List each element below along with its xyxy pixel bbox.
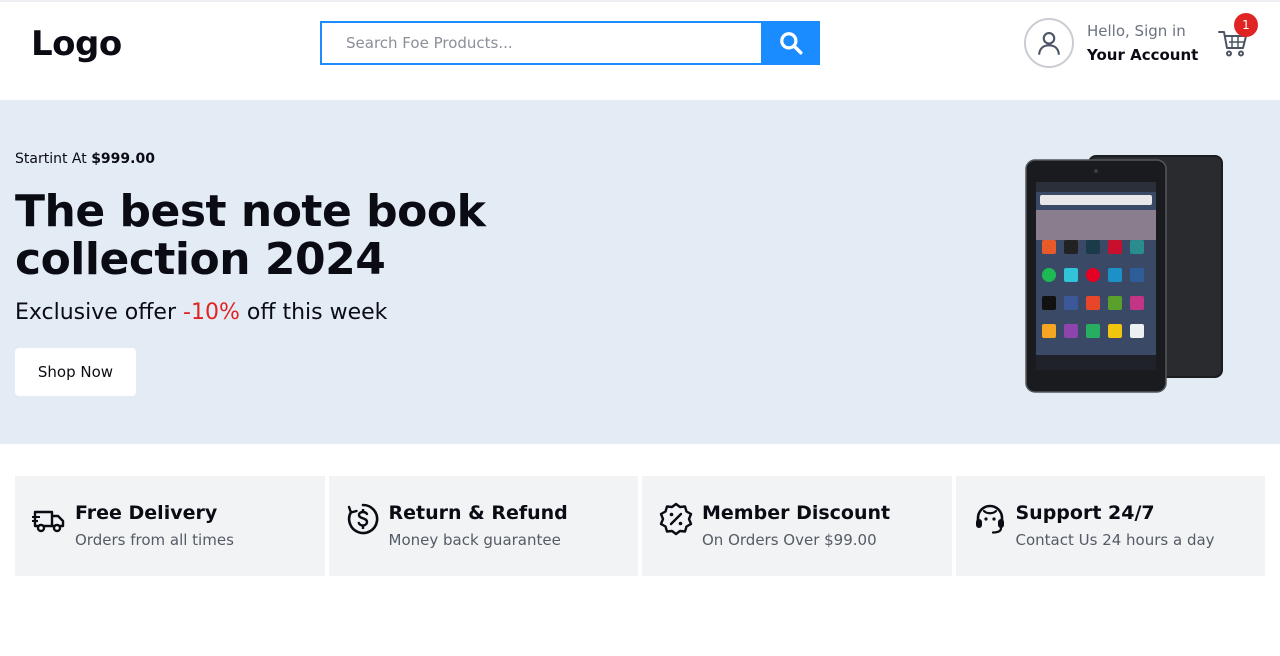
search-input[interactable]: [320, 21, 761, 65]
feature-card: Free Delivery Orders from all times: [15, 476, 325, 576]
feature-card: Member Discount On Orders Over $99.00: [642, 476, 952, 576]
avatar: [1024, 18, 1074, 68]
offer-prefix: Exclusive offer: [15, 300, 177, 325]
feature-card: Support 24/7 Contact Us 24 hours a day: [955, 476, 1265, 576]
cart-button[interactable]: 1: [1217, 13, 1258, 59]
feature-title: Support 24/7: [1015, 502, 1155, 524]
starting-prefix: Startint At: [15, 151, 87, 167]
discount-badge-icon: [659, 502, 693, 536]
search-bar: [320, 21, 820, 65]
feature-subtitle: Contact Us 24 hours a day: [1015, 531, 1215, 549]
account-greeting: Hello, Sign in: [1087, 22, 1186, 40]
starting-price: $999.00: [91, 151, 155, 167]
hero-starting-price: Startint At $999.00: [15, 151, 155, 167]
account-label: Your Account: [1087, 46, 1199, 64]
delivery-truck-icon: [32, 510, 65, 533]
offer-percent: -10%: [183, 300, 240, 325]
offer-suffix: off this week: [246, 300, 388, 325]
feature-title: Member Discount: [702, 502, 891, 524]
feature-card: Return & Refund Money back guarantee: [328, 476, 638, 576]
search-icon: [779, 32, 802, 55]
feature-subtitle: On Orders Over $99.00: [702, 531, 877, 549]
shop-now-button[interactable]: Shop Now: [15, 348, 136, 396]
cart-count-badge: 1: [1234, 13, 1258, 37]
hero-offer: Exclusive offer -10% off this week: [15, 300, 387, 325]
dollar-refund-icon: [347, 503, 378, 535]
tablet-product-image: [1020, 150, 1230, 395]
logo[interactable]: Logo: [31, 24, 122, 64]
feature-title: Free Delivery: [75, 502, 218, 524]
user-icon: [1038, 32, 1060, 55]
site-header: Logo Hello, Sign in Your Account: [0, 2, 1280, 100]
hero-title: The best note book collection 2024: [15, 186, 486, 285]
feature-subtitle: Money back guarantee: [388, 531, 561, 549]
feature-subtitle: Orders from all times: [75, 531, 234, 549]
features-row: Free Delivery Orders from all times Retu…: [15, 476, 1265, 576]
search-button[interactable]: [761, 21, 820, 65]
headset-support-icon: [975, 504, 1004, 534]
hero-banner: Startint At $999.00 The best note book c…: [0, 100, 1280, 444]
account-menu[interactable]: Hello, Sign in Your Account: [1024, 18, 1198, 68]
account-text: Hello, Sign in Your Account: [1087, 19, 1198, 67]
feature-title: Return & Refund: [388, 502, 568, 524]
